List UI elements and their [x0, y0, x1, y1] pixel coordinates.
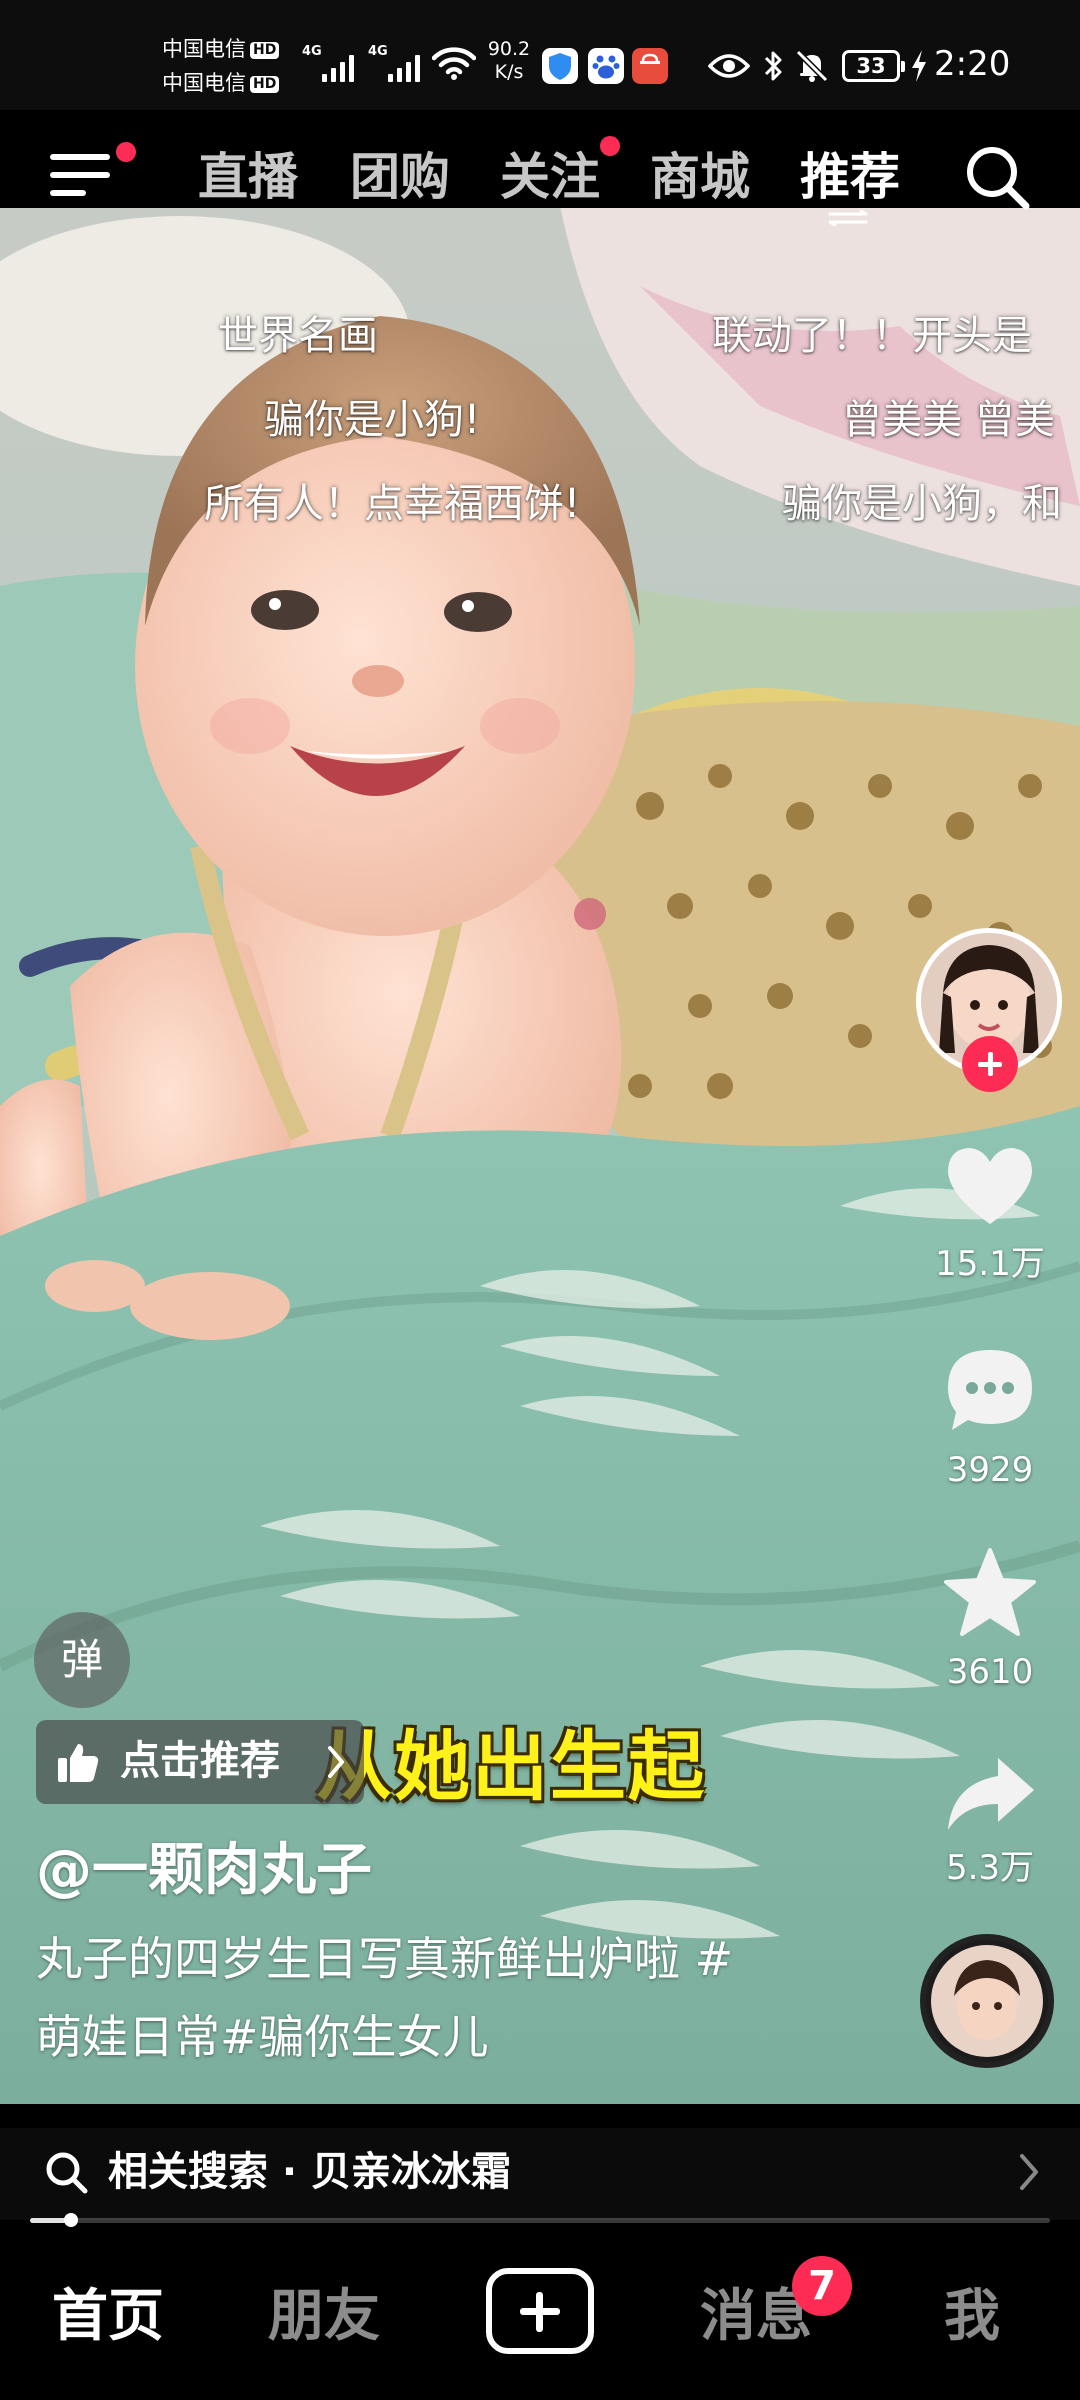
- video-description[interactable]: 丸子的四岁生日写真新鲜出炉啦 # 萌娃日常#骗你生女儿: [36, 1920, 816, 2076]
- menu-notification-dot: [116, 142, 136, 162]
- nav-me[interactable]: 我: [944, 2282, 1000, 2352]
- chevron-right-icon: [328, 1746, 344, 1778]
- baidu-app-icon: [588, 48, 624, 84]
- share-button[interactable]: [940, 1744, 1040, 1844]
- active-tab-indicator: [828, 210, 868, 226]
- music-disc[interactable]: [920, 1934, 1054, 2068]
- recommend-button[interactable]: 点击推荐: [36, 1720, 364, 1804]
- follow-button[interactable]: [962, 1036, 1018, 1092]
- tab-mall[interactable]: 商城: [650, 145, 750, 209]
- thumbs-up-icon: [58, 1744, 99, 1782]
- danmaku-layer: 世界名画 骗你是小狗! 所有人！点幸福西饼! 联动了！！开头是 曾美美 曾美 骗…: [0, 206, 1080, 606]
- description-line: 丸子的四岁生日写真新鲜出炉啦 #: [36, 1932, 734, 1986]
- share-count: 5.3万: [945, 1848, 1035, 1888]
- nav-friends[interactable]: 朋友: [268, 2282, 380, 2352]
- danmaku-item: 所有人！点幸福西饼!: [204, 481, 581, 527]
- douyin-feed-screen: 中国电信 HD 中国电信 HD 4G 4G 90.2 K/s 33 2:20 直…: [0, 0, 1080, 2400]
- nav-home[interactable]: 首页: [52, 2282, 164, 2352]
- search-icon[interactable]: [962, 142, 1032, 212]
- menu-button[interactable]: [50, 142, 136, 204]
- tab-recommend[interactable]: 推荐: [800, 145, 900, 209]
- related-search-text: 相关搜索 · 贝亲冰冰霜: [108, 2149, 512, 2195]
- danmaku-item: 骗你是小狗!: [264, 397, 481, 443]
- tab-following[interactable]: 关注: [500, 145, 600, 209]
- author-name[interactable]: @一颗肉丸子: [36, 1836, 372, 1906]
- like-button[interactable]: [940, 1136, 1040, 1236]
- clock: 2:20: [934, 44, 1011, 84]
- danmaku-item: 联动了！！开头是: [712, 313, 1032, 359]
- huawei-store-icon: [632, 48, 668, 84]
- tab-live[interactable]: 直播: [198, 145, 298, 209]
- wifi-icon: [432, 47, 476, 80]
- carrier-sim1: 中国电信 HD: [162, 36, 280, 62]
- create-post-button[interactable]: [486, 2268, 594, 2354]
- menu-icon: [50, 154, 110, 160]
- comment-button[interactable]: [940, 1340, 1040, 1440]
- carrier-sim2: 中国电信 HD: [162, 70, 280, 96]
- eye-comfort-icon: [708, 54, 750, 78]
- messages-badge: 7: [792, 2256, 852, 2316]
- video-caption-overlay: 从她出生起: [316, 1722, 706, 1811]
- music-cover-image: [931, 1945, 1043, 2057]
- danmaku-toggle-button[interactable]: 弹: [34, 1612, 130, 1708]
- network-speed: 90.2 K/s: [487, 38, 531, 83]
- favorite-count: 3610: [946, 1652, 1034, 1692]
- favorite-button[interactable]: [940, 1544, 1040, 1644]
- following-notification-dot: [600, 136, 620, 156]
- search-icon: [46, 2152, 88, 2194]
- battery-indicator: 33: [842, 50, 905, 82]
- mute-bell-icon: [795, 49, 829, 83]
- related-search-bar[interactable]: 相关搜索 · 贝亲冰冰霜: [0, 2128, 1080, 2220]
- bluetooth-icon: [764, 51, 782, 81]
- danmaku-item: 骗你是小狗，和: [782, 481, 1062, 527]
- recommend-label: 点击推荐: [120, 1738, 280, 1784]
- danmaku-item: 世界名画: [218, 313, 378, 359]
- description-line: 萌娃日常#骗你生女儿: [36, 2010, 489, 2064]
- comment-count: 3929: [946, 1450, 1034, 1490]
- video-progress-bar[interactable]: [30, 2213, 1050, 2227]
- like-count: 15.1万: [935, 1244, 1045, 1284]
- progress-handle[interactable]: [63, 2213, 78, 2227]
- charging-icon: [912, 50, 926, 82]
- chevron-right-icon: [1020, 2154, 1038, 2190]
- security-app-icon: [542, 48, 578, 84]
- status-bar: 中国电信 HD 中国电信 HD 4G 4G 90.2 K/s 33 2:20: [0, 0, 1080, 110]
- tab-group-buy[interactable]: 团购: [350, 145, 450, 209]
- danmaku-item: 曾美美 曾美: [842, 397, 1055, 443]
